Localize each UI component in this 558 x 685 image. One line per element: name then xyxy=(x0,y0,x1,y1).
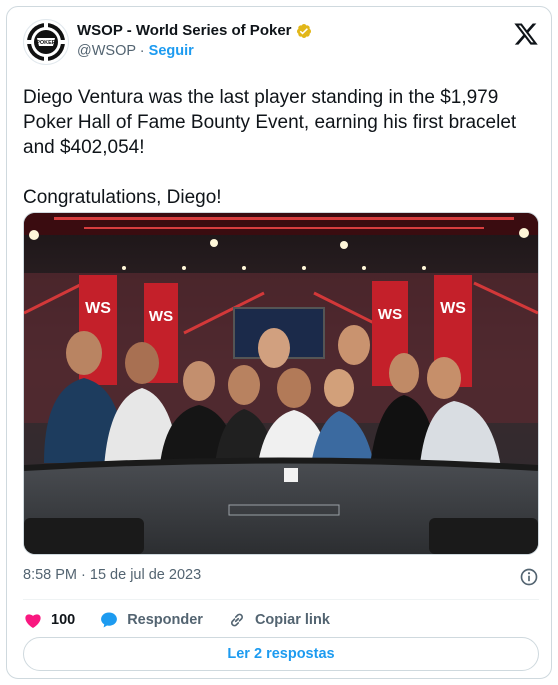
divider xyxy=(23,599,539,600)
reply-button[interactable]: Responder xyxy=(99,610,203,630)
read-replies-button[interactable]: Ler 2 respostas xyxy=(23,637,539,671)
action-bar: 100 Responder Copiar link xyxy=(23,607,539,633)
follow-button[interactable]: Seguir xyxy=(149,43,194,59)
info-icon[interactable] xyxy=(519,567,539,587)
tweet-card: POKER WSOP - World Series of Poker @WSOP… xyxy=(6,6,552,679)
svg-text:WS: WS xyxy=(378,306,402,323)
verified-badge-icon xyxy=(296,23,311,38)
svg-text:WS: WS xyxy=(149,308,173,325)
tweet-text: Diego Ventura was the last player standi… xyxy=(23,87,517,208)
svg-text:WS: WS xyxy=(85,300,111,317)
winners-photo-image: WS WS WS WS xyxy=(24,213,538,554)
copy-link-button[interactable]: Copiar link xyxy=(227,610,330,630)
like-button[interactable]: 100 xyxy=(23,610,75,630)
svg-text:WS: WS xyxy=(440,300,466,317)
logo-text: POKER xyxy=(36,40,56,46)
tweet-photo[interactable]: WS WS WS WS xyxy=(23,212,539,555)
comment-icon xyxy=(101,612,118,628)
separator: · xyxy=(135,43,149,59)
handle-row: @WSOP · Seguir xyxy=(77,43,312,59)
reply-label: Responder xyxy=(127,612,203,628)
like-count: 100 xyxy=(51,612,76,628)
heart-icon xyxy=(25,614,41,628)
display-name[interactable]: WSOP - World Series of Poker xyxy=(77,22,292,39)
x-logo-icon[interactable] xyxy=(513,21,539,47)
display-name-row[interactable]: WSOP - World Series of Poker xyxy=(77,22,312,39)
link-icon xyxy=(230,613,243,627)
wsop-logo-icon: POKER xyxy=(27,23,65,61)
tweet-header: POKER WSOP - World Series of Poker @WSOP… xyxy=(23,19,539,67)
timestamp[interactable]: 8:58 PM · 15 de jul de 2023 xyxy=(23,567,201,583)
timestamp-row: 8:58 PM · 15 de jul de 2023 xyxy=(23,567,539,589)
avatar[interactable]: POKER xyxy=(23,19,69,65)
handle[interactable]: @WSOP xyxy=(77,43,136,59)
account-names: WSOP - World Series of Poker @WSOP · Seg… xyxy=(77,22,312,59)
copy-link-label: Copiar link xyxy=(254,612,330,628)
